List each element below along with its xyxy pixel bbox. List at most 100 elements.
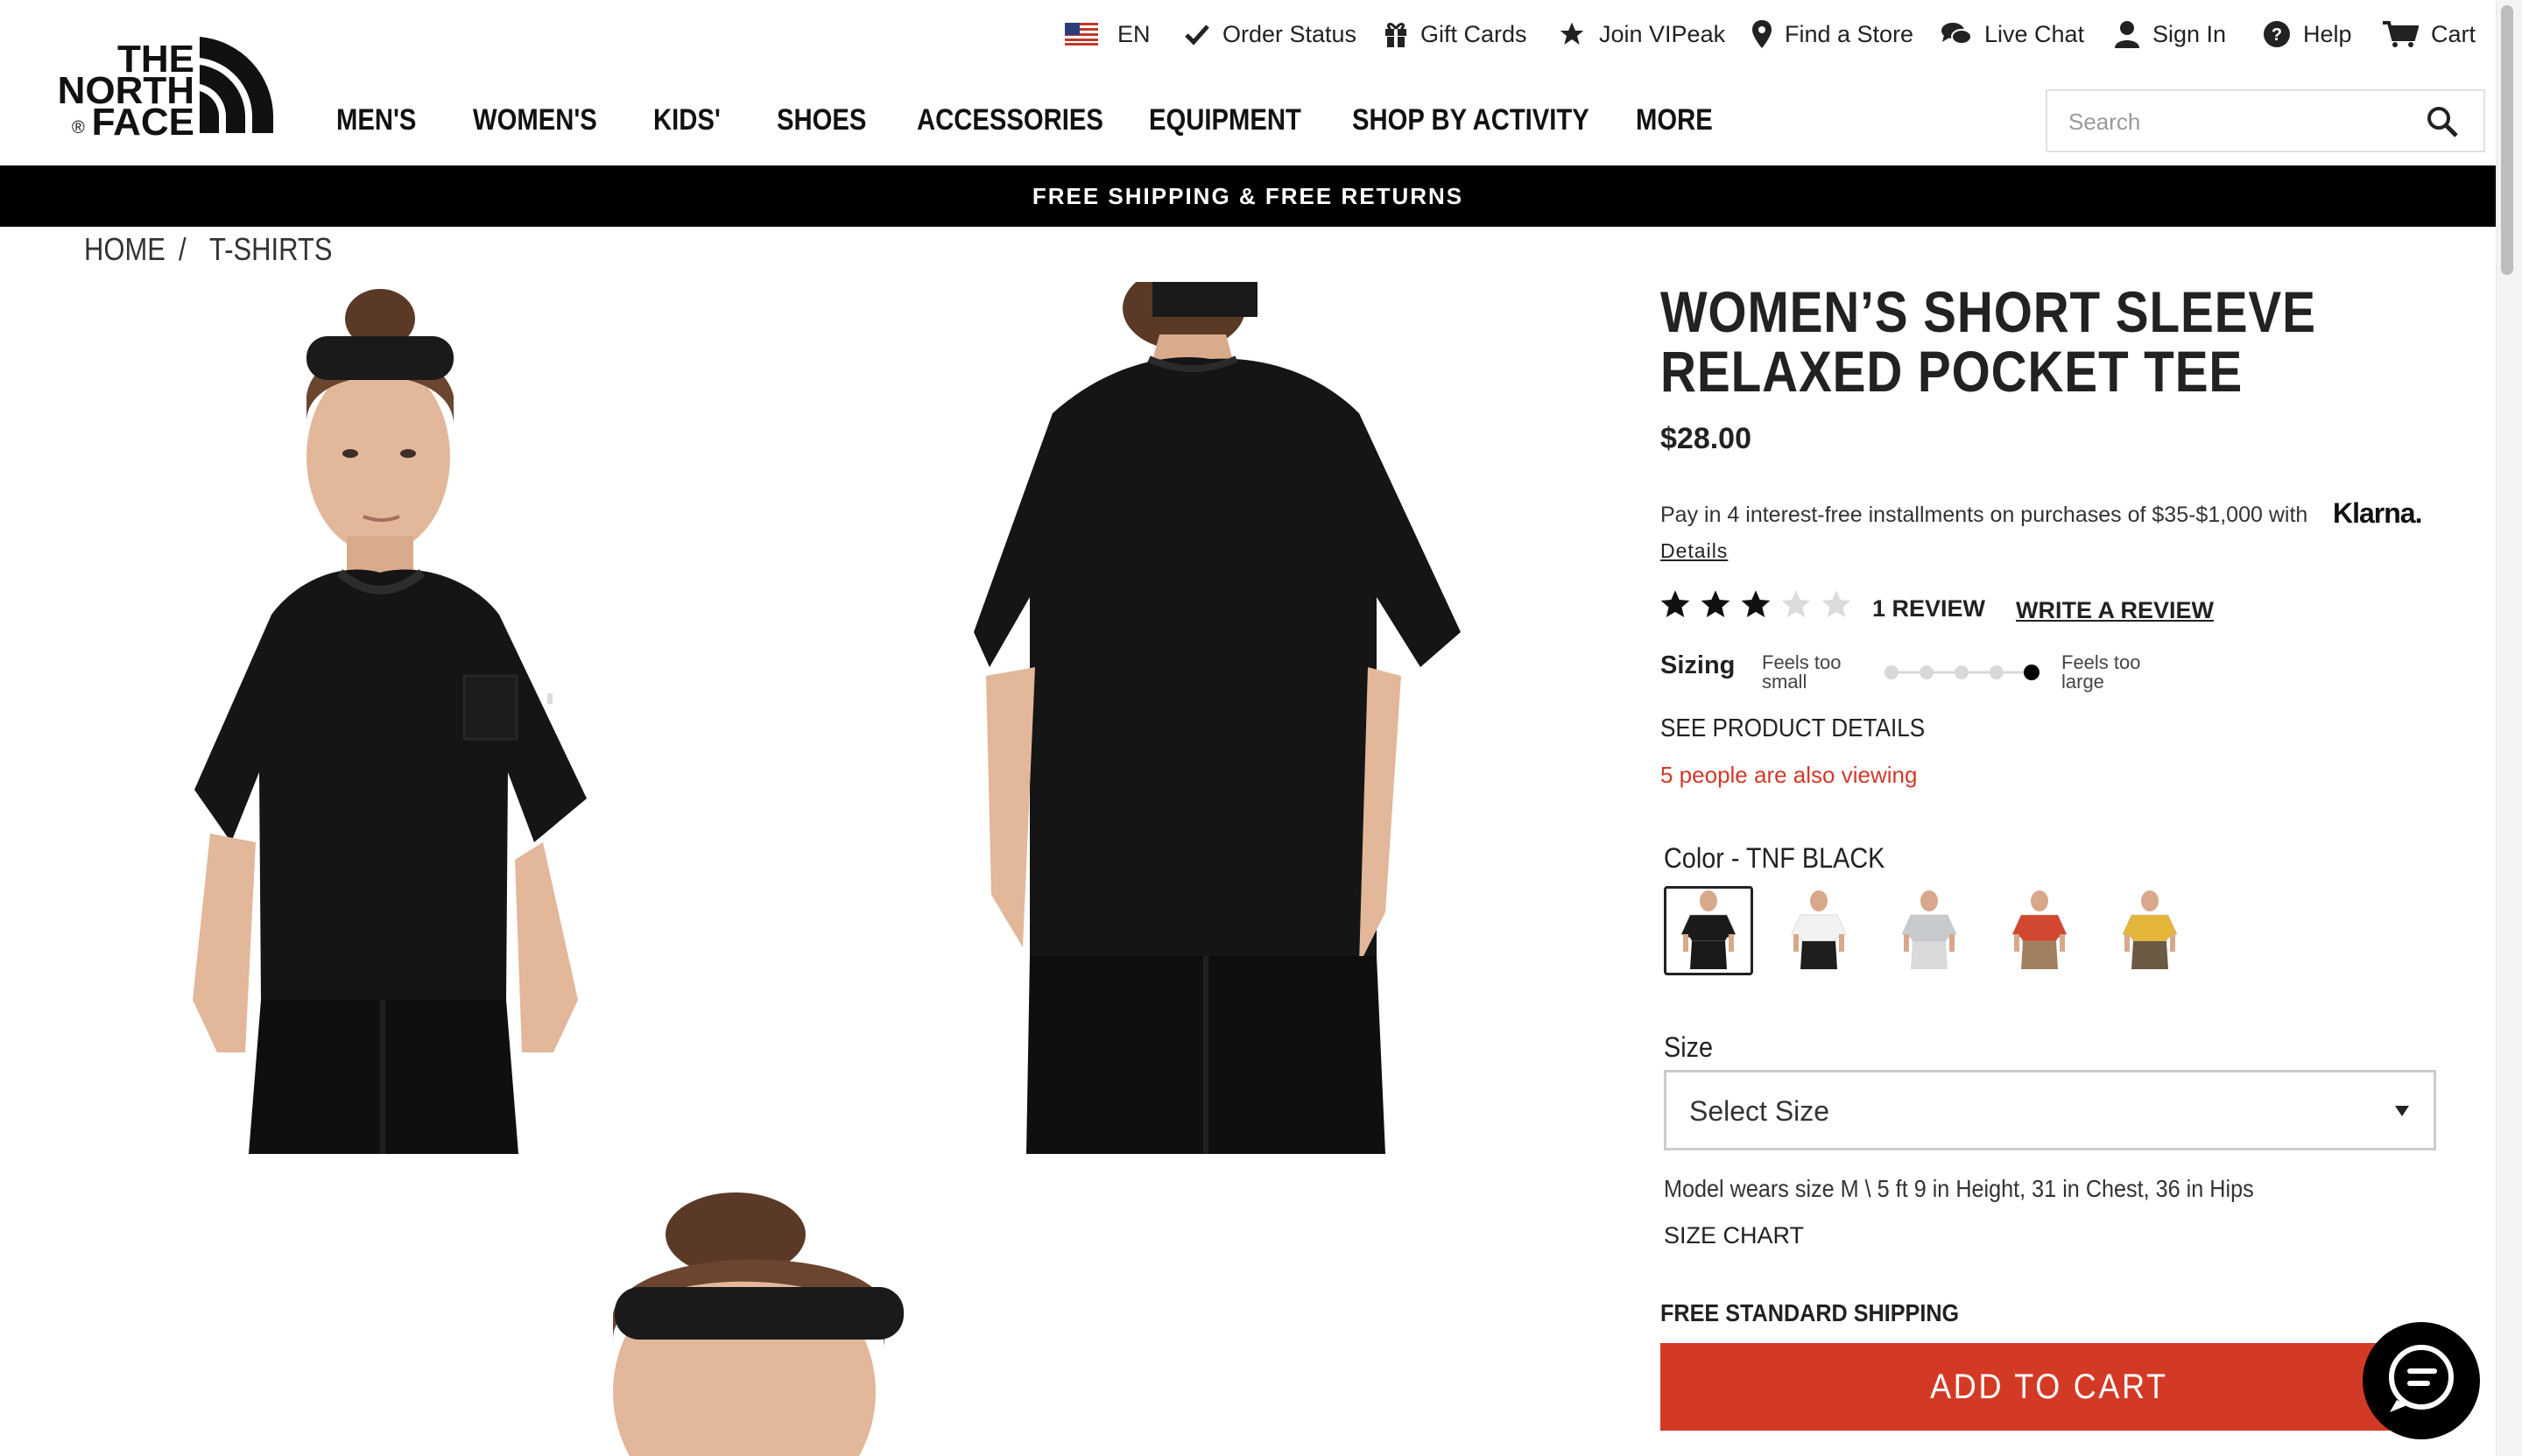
size-label: Size <box>1664 1031 1714 1063</box>
chat-bubbles-icon <box>1941 21 1972 47</box>
sizing-small-label: Feels too small <box>1762 653 1842 692</box>
nav-more[interactable]: MORE <box>1636 103 1713 145</box>
search-input[interactable]: Search <box>2046 89 2485 152</box>
utility-help[interactable]: ? Help <box>2263 16 2352 53</box>
utility-live-chat[interactable]: Live Chat <box>1941 16 2084 53</box>
utility-label: Order Status <box>1222 20 1357 47</box>
nav-accessories[interactable]: ACCESSORIES <box>917 103 1103 145</box>
color-value: TNF BLACK <box>1745 842 1885 874</box>
size-select-value: Select Size <box>1689 1095 1830 1127</box>
breadcrumb-current[interactable]: T-SHIRTS <box>209 231 332 268</box>
review-count[interactable]: 1 REVIEW <box>1872 595 1985 622</box>
utility-join-vipeak[interactable]: Join VIPeak <box>1557 16 1725 53</box>
size-chart-link[interactable]: SIZE CHART <box>1664 1222 1804 1249</box>
brand-logo[interactable]: THE NORTH FACE ® <box>53 30 280 144</box>
product-image-detail[interactable] <box>560 1191 981 1456</box>
color-swatch[interactable] <box>1664 886 1753 975</box>
chat-widget-button[interactable] <box>2363 1322 2480 1439</box>
sizing-marker <box>1955 665 1969 679</box>
sizing-marker <box>1920 665 1934 679</box>
add-to-cart-button[interactable]: ADD TO CART <box>1660 1343 2438 1431</box>
svg-text:FACE: FACE <box>92 101 194 138</box>
product-title-line-1: WOMEN’S SHORT SLEEVE <box>1660 279 2316 344</box>
utility-label: Find a Store <box>1785 20 1914 47</box>
utility-label: Live Chat <box>1984 20 2085 47</box>
cart-icon <box>2382 20 2419 48</box>
sizing-marker <box>1990 665 2004 679</box>
utility-language[interactable]: EN <box>1065 16 1151 53</box>
nav-womens[interactable]: WOMEN'S <box>473 103 597 145</box>
nav-kids[interactable]: KIDS' <box>653 103 721 145</box>
nav-shoes[interactable]: SHOES <box>777 103 866 145</box>
nav-equipment[interactable]: EQUIPMENT <box>1149 103 1301 145</box>
swatch-model-image <box>1791 890 1847 969</box>
write-review-link[interactable]: WRITE A REVIEW <box>2016 597 2214 624</box>
swatch-model-image <box>1680 890 1737 969</box>
search-placeholder: Search <box>2068 109 2141 135</box>
sizing-marker-selected <box>2024 665 2039 680</box>
breadcrumb-separator: / <box>179 231 187 267</box>
svg-text:®: ® <box>72 118 85 137</box>
sizing-marker <box>1884 665 1899 679</box>
size-select[interactable]: Select Size <box>1664 1070 2436 1150</box>
utility-label: Gift Cards <box>1420 20 1527 47</box>
utility-gift-cards[interactable]: Gift Cards <box>1384 16 1527 53</box>
search-icon[interactable] <box>2426 105 2459 143</box>
star-empty-icon <box>1821 590 1851 617</box>
star-filled-icon <box>1741 590 1771 617</box>
color-swatch[interactable] <box>1995 886 2084 975</box>
rating-stars[interactable] <box>1659 588 1853 620</box>
star-empty-icon <box>1781 590 1811 617</box>
star-filled-icon <box>1701 590 1730 617</box>
klarna-details-link[interactable]: Details <box>1660 539 1728 563</box>
nav-shop-by-activity[interactable]: SHOP BY ACTIVITY <box>1352 103 1589 145</box>
svg-text:?: ? <box>2272 25 2282 45</box>
chevron-down-icon <box>2395 1106 2409 1116</box>
sizing-large-line-2: large <box>2061 671 2104 693</box>
utility-cart[interactable]: Cart <box>2382 16 2476 53</box>
color-swatch[interactable] <box>1774 886 1863 975</box>
klarna-message: Pay in 4 interest-free installments on p… <box>1660 503 2308 527</box>
utility-label: Join VIPeak <box>1599 20 1726 47</box>
utility-sign-in[interactable]: Sign In <box>2114 16 2226 53</box>
chat-icon <box>2378 1335 2465 1427</box>
utility-order-status[interactable]: Order Status <box>1184 16 1356 53</box>
product-title-line-2: RELAXED POCKET TEE <box>1660 339 2244 404</box>
gift-icon <box>1384 20 1408 48</box>
swatch-model-image <box>2122 890 2178 969</box>
product-image-front[interactable] <box>175 282 701 1154</box>
help-circle-icon: ? <box>2263 20 2291 48</box>
add-to-cart-label: ADD TO CART <box>1930 1368 2168 1406</box>
sizing-large-line-1: Feels too <box>2061 651 2141 673</box>
star-filled-icon <box>1660 590 1690 617</box>
nav-mens[interactable]: MEN'S <box>336 103 416 145</box>
color-label: Color - TNF BLACK <box>1664 842 1884 875</box>
free-shipping-label: FREE STANDARD SHIPPING <box>1660 1299 1960 1326</box>
swatch-model-image <box>2011 890 2068 969</box>
promo-bar[interactable]: FREE SHIPPING & FREE RETURNS <box>0 165 2496 227</box>
utility-label: EN <box>1117 20 1151 47</box>
color-swatch[interactable] <box>1884 886 1974 975</box>
color-swatch[interactable] <box>2105 886 2194 975</box>
sizing-small-line-1: Feels too <box>1762 651 1842 673</box>
star-icon <box>1557 20 1587 48</box>
utility-label: Help <box>2303 20 2352 47</box>
utility-label: Sign In <box>2152 20 2227 47</box>
breadcrumb-home[interactable]: HOME <box>84 231 166 268</box>
klarna-logo: Klarna. <box>2333 497 2422 529</box>
utility-label: Cart <box>2431 20 2476 47</box>
product-title: WOMEN’S SHORT SLEEVE RELAXED POCKET TEE <box>1660 282 2338 401</box>
swatch-model-image <box>1901 890 1957 969</box>
viewers-count: 5 people are also viewing <box>1660 762 1918 788</box>
product-image-back[interactable] <box>974 282 1464 1154</box>
sizing-large-label: Feels too large <box>2061 653 2141 692</box>
see-product-details-link[interactable]: SEE PRODUCT DETAILS <box>1660 714 1925 743</box>
scrollbar-thumb[interactable] <box>2501 5 2513 275</box>
us-flag-icon <box>1065 23 1098 46</box>
location-pin-icon <box>1751 19 1772 49</box>
user-icon <box>2114 20 2140 48</box>
utility-find-store[interactable]: Find a Store <box>1751 16 1913 53</box>
product-price: $28.00 <box>1660 422 1751 455</box>
color-separator: - <box>1723 842 1746 874</box>
sizing-small-line-2: small <box>1762 671 1807 693</box>
